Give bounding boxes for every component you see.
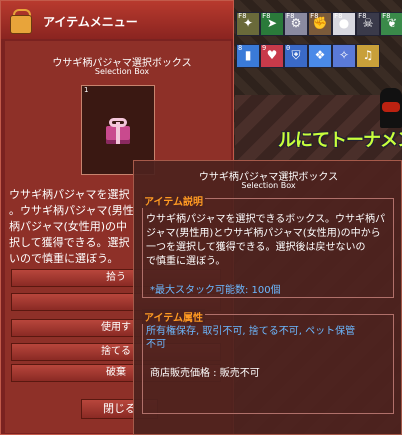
max-stack-text: *最大スタック可能数: 100個 [150,285,281,296]
gear-skill-icon[interactable]: ⚙ F8 [284,12,308,36]
attribute-text: 所有権保存, 取引不可, 捨てる不可, ペット保管 不可 [146,325,390,351]
green-arrow-skill-icon[interactable]: ➤ F8 [260,12,284,36]
heart-skill-icon[interactable]: ♥ 9 [260,44,284,68]
hotkey-label: 9 [262,44,267,52]
skill-glyph: ❖ [314,48,326,62]
hotkey-label: F8 [262,12,271,20]
window-title: アイテムメニュー [43,15,138,29]
hotkey-label: F8 [286,12,295,20]
hotkey-label: F8 [238,12,247,20]
tooltip-desc-line: 一つを選択して獲得できる。選択後は戻せないの [146,242,366,253]
wing-skill-icon[interactable]: ❖ [308,44,332,68]
leaf-skill-icon[interactable]: ❦ F8 [380,12,402,36]
attribute-line: 所有権保存, 取引不可, 捨てる不可, ペット保管 [146,326,356,337]
tooltip-item-subtitle: Selection Box [241,181,296,190]
hotkey-label: 8 [238,44,243,52]
attribute-header: アイテム属性 [142,309,205,324]
bag-icon [8,7,32,34]
attribute-line: 不可 [146,339,166,350]
fist-skill-icon[interactable]: ✊ F8 [308,12,332,36]
description-header: アイテム説明 [142,193,205,208]
item-count: 1 [84,86,89,94]
shop-price-text: 商店販売価格 : 販売不可 [150,368,260,379]
hotkey-label: 0 [286,44,291,52]
white-orb-skill-icon[interactable]: ● F8 [332,12,356,36]
tooltip-description: ウサギ柄パジャマを選択できるボックス。ウサギ柄パ ジャマ(男性用)とウサギ柄パジ… [146,213,390,269]
tooltip-desc-line: で慎重に選ぼう。 [146,256,226,267]
hotkey-label: F8 [334,12,343,20]
skill-hotbar: ✦ F8 ➤ F8 ⚙ F8 ✊ F8 ● F8 ☠ F8 ❦ F8 ▮ 8 ♥ 9 ⛨ 0 ❖ ✧ ♫ [236,12,402,96]
blade-skill-icon[interactable]: ✧ [332,44,356,68]
skill-glyph: ♫ [362,48,374,62]
skill-glyph: ✧ [338,48,350,62]
window-titlebar[interactable]: アイテムメニュー [1,1,233,39]
tooltip-desc-line: ウサギ柄パジャマを選択できるボックス。ウサギ柄パ [146,214,385,225]
arena-announcement-text: ルにてトーナメン [278,130,402,151]
gift-box-icon [103,118,133,144]
skull-skill-icon[interactable]: ☠ F8 [356,12,380,36]
hotkey-label: F8 [382,12,391,20]
item-tooltip: ウサギ柄パジャマ選択ボックス Selection Box アイテム説明 ウサギ柄… [133,160,402,435]
blue-pillar-skill-icon[interactable]: ▮ 8 [236,44,260,68]
staff-skill-icon[interactable]: ✦ F8 [236,12,260,36]
shield-skill-icon[interactable]: ⛨ 0 [284,44,308,68]
item-subtitle: Selection Box [94,67,150,76]
lute-skill-icon[interactable]: ♫ [356,44,380,68]
hotkey-label: F8 [310,12,319,20]
hotkey-label: F8 [358,12,367,20]
tooltip-desc-line: ジャマ(男性用)とウサギ柄パジャマ(女性用)の中から [146,228,381,239]
